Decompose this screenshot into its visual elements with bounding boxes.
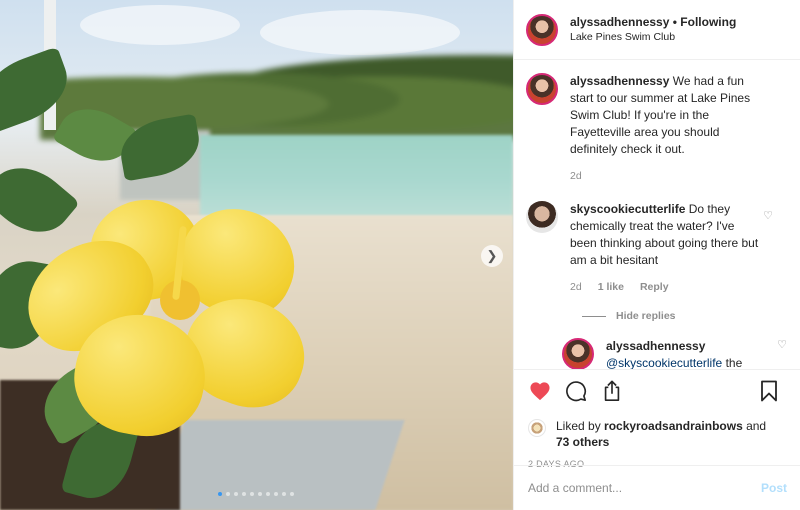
post-actions: Liked by rockyroadsandrainbows and 73 ot… bbox=[514, 369, 800, 469]
comment-meta: 2d 1 like Reply bbox=[570, 279, 760, 296]
concrete-ledge bbox=[155, 420, 405, 510]
caption-avatar[interactable] bbox=[526, 73, 558, 105]
leaf bbox=[0, 151, 80, 249]
reply-mention[interactable]: @skyscookiecutterlife bbox=[606, 356, 722, 369]
caption-time[interactable]: 2d bbox=[570, 168, 582, 185]
hide-replies-line bbox=[582, 315, 606, 317]
others-count-link[interactable]: 73 others bbox=[556, 435, 609, 449]
comment-like-heart-icon[interactable]: ♡ bbox=[763, 209, 773, 222]
carousel-dot bbox=[226, 492, 230, 496]
carousel-dot bbox=[234, 492, 238, 496]
likes-summary: Liked by rockyroadsandrainbows and 73 ot… bbox=[528, 418, 787, 450]
share-button[interactable] bbox=[600, 379, 624, 403]
carousel-dot bbox=[258, 492, 262, 496]
carousel-dot bbox=[290, 492, 294, 496]
add-comment-bar: Post bbox=[514, 465, 800, 510]
header-text: alyssadhennessy • Following Lake Pines S… bbox=[570, 15, 736, 45]
commenter-avatar[interactable] bbox=[526, 201, 558, 233]
reply-username[interactable]: alyssadhennessy bbox=[606, 339, 705, 353]
caption-username[interactable]: alyssadhennessy bbox=[570, 74, 669, 88]
commenter-username[interactable]: skyscookiecutterlife bbox=[570, 202, 685, 216]
save-button[interactable] bbox=[757, 379, 781, 403]
post-comment-button[interactable]: Post bbox=[761, 481, 787, 495]
bookmark-icon bbox=[761, 380, 777, 402]
follow-status-button[interactable]: Following bbox=[680, 15, 736, 29]
share-upload-icon bbox=[604, 380, 620, 401]
liker-username[interactable]: rockyroadsandrainbows bbox=[604, 419, 743, 433]
author-avatar[interactable] bbox=[526, 13, 558, 46]
likes-text: Liked by rockyroadsandrainbows and 73 ot… bbox=[556, 418, 766, 450]
comment-button[interactable] bbox=[564, 379, 588, 403]
carousel-next-button[interactable]: ❯ bbox=[481, 245, 503, 267]
reply-item: alyssadhennessy @skyscookiecutterlife th… bbox=[562, 338, 787, 369]
comment-item: skyscookiecutterlife Do they chemically … bbox=[526, 201, 787, 296]
cloud bbox=[260, 10, 460, 55]
author-username[interactable]: alyssadhennessy bbox=[570, 15, 669, 29]
comment-time[interactable]: 2d bbox=[570, 279, 582, 296]
carousel-dot bbox=[282, 492, 286, 496]
post-side-panel: alyssadhennessy • Following Lake Pines S… bbox=[513, 0, 800, 510]
comment-input[interactable] bbox=[528, 481, 761, 495]
cloud bbox=[80, 5, 240, 45]
carousel-dot bbox=[250, 492, 254, 496]
comment-body: skyscookiecutterlife Do they chemically … bbox=[570, 201, 760, 296]
likes-suffix: and bbox=[742, 419, 767, 433]
heart-filled-icon bbox=[530, 382, 550, 401]
post-header: alyssadhennessy • Following Lake Pines S… bbox=[514, 0, 800, 60]
carousel-dot bbox=[242, 492, 246, 496]
likes-prefix: Liked by bbox=[556, 419, 605, 433]
caption: alyssadhennessy We had a fun start to ou… bbox=[526, 73, 787, 185]
carousel-dot bbox=[274, 492, 278, 496]
reply-like-heart-icon[interactable]: ♡ bbox=[777, 338, 787, 351]
caption-meta: 2d bbox=[570, 168, 760, 185]
hide-replies-label: Hide replies bbox=[616, 310, 676, 322]
comments-section[interactable]: alyssadhennessy We had a fun start to ou… bbox=[514, 61, 800, 369]
caption-body: alyssadhennessy We had a fun start to ou… bbox=[570, 73, 760, 185]
carousel-dots bbox=[218, 492, 294, 496]
carousel-dot bbox=[266, 492, 270, 496]
reply-button[interactable]: Reply bbox=[640, 279, 669, 296]
reply-body: alyssadhennessy @skyscookiecutterlife th… bbox=[606, 338, 756, 369]
instagram-post: ❯ alyssadhennessy • Following Lake Pines… bbox=[0, 0, 800, 510]
separator: • bbox=[672, 14, 677, 29]
hide-replies-button[interactable]: Hide replies bbox=[582, 310, 787, 322]
comment-likes[interactable]: 1 like bbox=[598, 279, 624, 296]
liker-avatar[interactable] bbox=[528, 419, 546, 437]
like-button[interactable] bbox=[528, 379, 552, 403]
post-photo[interactable]: ❯ bbox=[0, 0, 513, 510]
comment-bubble-icon bbox=[566, 381, 587, 402]
location-link[interactable]: Lake Pines Swim Club bbox=[570, 30, 736, 45]
action-icons bbox=[528, 378, 787, 404]
reply-avatar[interactable] bbox=[562, 338, 594, 369]
carousel-dot bbox=[218, 492, 222, 496]
